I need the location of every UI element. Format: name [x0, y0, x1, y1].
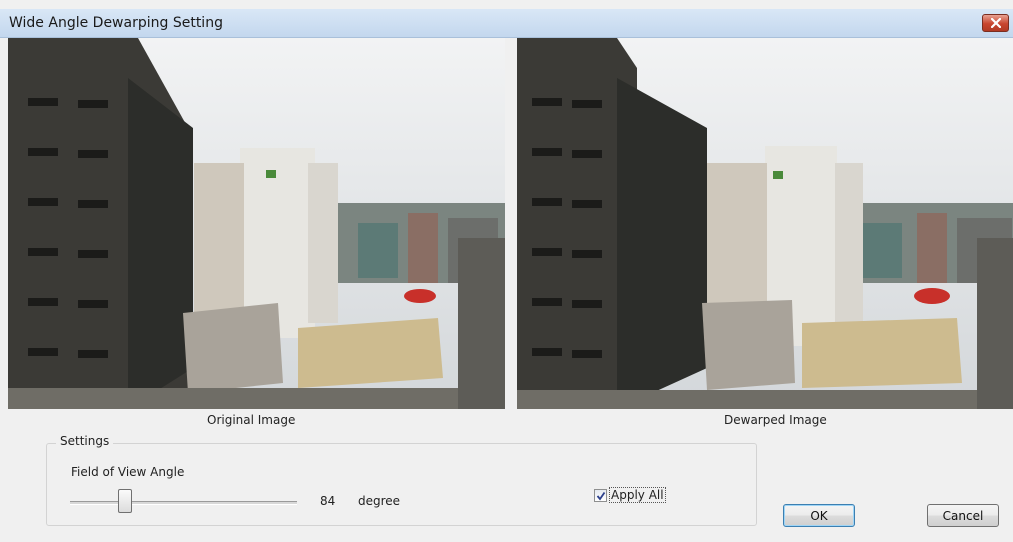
apply-all-label[interactable]: Apply All [609, 487, 666, 503]
settings-group-label: Settings [56, 434, 114, 448]
dewarped-image-preview [517, 38, 1013, 409]
original-image-preview [8, 38, 505, 409]
fov-angle-label: Field of View Angle [71, 465, 185, 479]
title-bar[interactable]: Wide Angle Dewarping Setting [0, 9, 1013, 38]
cancel-button[interactable]: Cancel [927, 504, 999, 527]
dialog-window: Wide Angle Dewarping Setting Original Im… [0, 0, 1013, 542]
close-icon [991, 18, 1001, 28]
fov-value: 84 [320, 494, 336, 508]
fov-slider-track[interactable] [70, 501, 297, 505]
original-image-caption: Original Image [207, 413, 296, 427]
fov-slider-thumb[interactable] [118, 489, 132, 513]
fov-unit-label: degree [358, 494, 401, 508]
dewarped-image-caption: Dewarped Image [724, 413, 827, 427]
window-title: Wide Angle Dewarping Setting [9, 15, 223, 31]
ok-button[interactable]: OK [783, 504, 855, 527]
settings-groupbox [46, 443, 757, 526]
apply-all-checkbox[interactable] [594, 489, 607, 502]
close-button[interactable] [982, 14, 1009, 32]
checkmark-icon [596, 491, 606, 501]
